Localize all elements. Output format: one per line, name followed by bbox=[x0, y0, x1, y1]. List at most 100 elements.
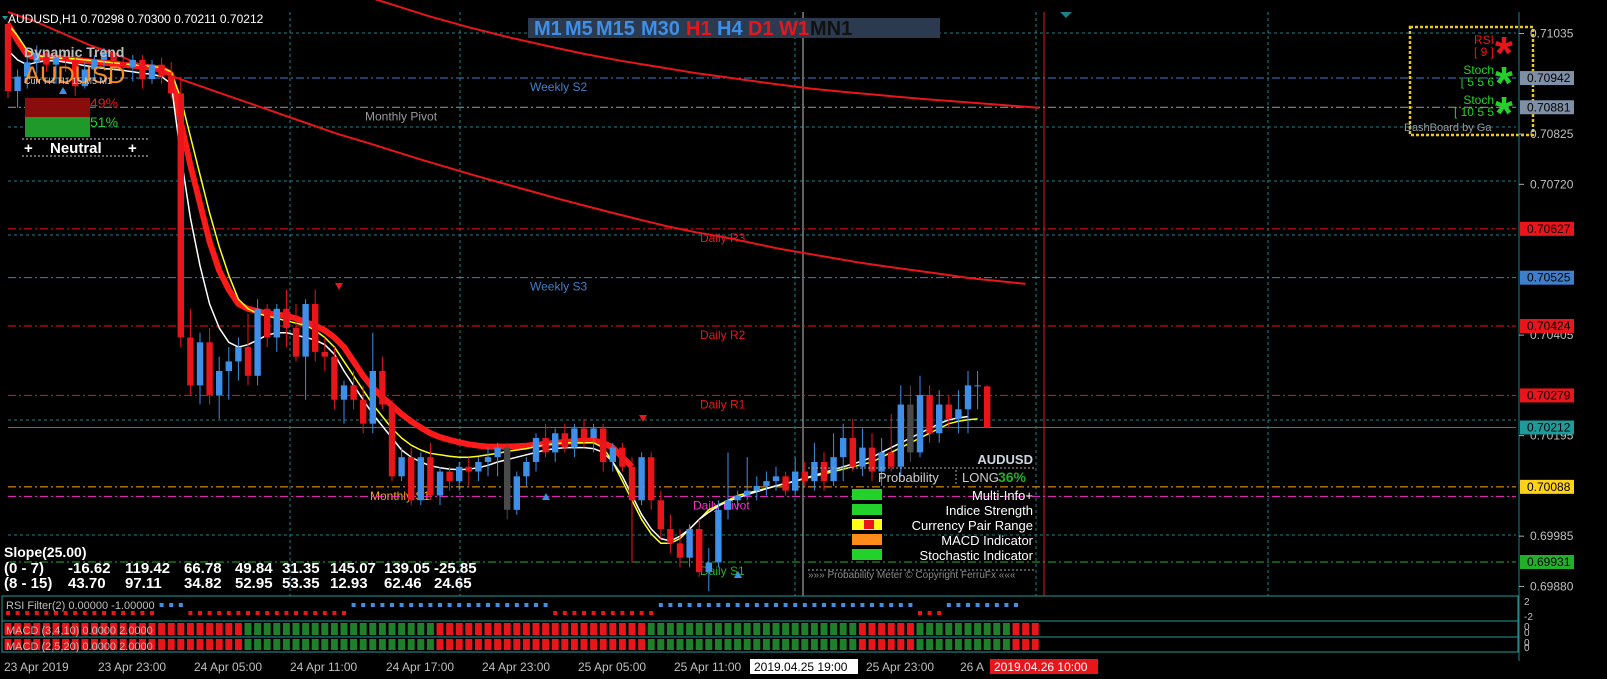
macd-bar bbox=[254, 639, 262, 650]
rsi-filter-dot bbox=[524, 603, 529, 607]
macd-bar bbox=[954, 623, 962, 635]
pm-meter-cell bbox=[864, 550, 874, 559]
macd-bar bbox=[906, 623, 914, 635]
rsi-filter-dot bbox=[697, 603, 702, 607]
macd-bar bbox=[724, 639, 732, 650]
macd-bar bbox=[474, 623, 482, 635]
macd-bar bbox=[590, 623, 598, 635]
macd-bar bbox=[743, 623, 751, 635]
macd-bar bbox=[714, 623, 722, 635]
dashboard-asterisk-icon: * bbox=[1495, 87, 1513, 139]
macd-bar bbox=[206, 639, 214, 650]
price-mark-label: 0.70088 bbox=[1527, 480, 1571, 494]
candle-body bbox=[945, 404, 952, 419]
rsi-filter-dot bbox=[668, 603, 673, 607]
macd-bar bbox=[302, 623, 310, 635]
rsi-filter-dot bbox=[169, 603, 174, 607]
macd-bar bbox=[772, 623, 780, 635]
macd-bar bbox=[426, 639, 434, 650]
price-tick-label: 0.71035 bbox=[1530, 27, 1574, 41]
candle-body bbox=[321, 351, 328, 357]
macd-bar bbox=[618, 639, 626, 650]
candle-body bbox=[158, 64, 165, 77]
macd-bar bbox=[772, 639, 780, 650]
macd-bar bbox=[407, 623, 415, 635]
price-tick-label: 0.70825 bbox=[1530, 127, 1574, 141]
indicator-subwindows: RSI Filter(2) 0.00000 -1.00000 2-2MACD (3… bbox=[1, 595, 1533, 654]
macd-bar bbox=[839, 639, 847, 650]
trading-chart: Weekly S2Monthly PivotDaily R3Weekly S3D… bbox=[0, 0, 1607, 679]
rsi-filter-dot bbox=[207, 611, 212, 615]
macd-bar bbox=[983, 623, 991, 635]
rsi-filter-dot bbox=[591, 611, 596, 615]
rsi-filter-dot bbox=[246, 611, 250, 615]
candle-body bbox=[379, 371, 386, 405]
pivot-label: Monthly Pivot bbox=[365, 109, 438, 123]
macd-bar bbox=[964, 623, 972, 635]
rsi-filter-dot bbox=[217, 611, 222, 615]
candle-body bbox=[984, 386, 991, 428]
macd-bar bbox=[1012, 623, 1020, 635]
rsi-filter-dot bbox=[812, 603, 817, 607]
macd-bar bbox=[186, 639, 194, 650]
time-highlight-label: 2019.04.26 10:00 bbox=[994, 660, 1088, 674]
candle-body bbox=[504, 447, 511, 510]
candle-body bbox=[398, 457, 405, 477]
symbol-title: AUDUSD,H1 0.70298 0.70300 0.70211 0.7021… bbox=[8, 12, 264, 26]
subwindow-label: MACD (2,5,20) 0.0000 2.0000 bbox=[6, 641, 153, 653]
candle-body bbox=[926, 394, 933, 434]
candle-body bbox=[302, 304, 309, 357]
macd-bar bbox=[503, 623, 511, 635]
timeframe-label: H1 bbox=[686, 18, 712, 40]
timeframe-label: M5 bbox=[565, 18, 593, 40]
candle-body bbox=[494, 447, 501, 458]
candle-body bbox=[168, 76, 175, 94]
time-label: 26 A bbox=[960, 660, 984, 674]
macd-bar bbox=[330, 623, 338, 635]
macd-bar bbox=[782, 623, 790, 635]
pivot-label: Daily Pivot bbox=[693, 498, 750, 512]
rsi-filter-dot bbox=[822, 603, 826, 607]
candle-body bbox=[897, 404, 904, 467]
macd-bar bbox=[522, 639, 530, 650]
candle-body bbox=[273, 308, 280, 338]
macd-bar bbox=[417, 639, 425, 650]
slope-title: Slope(25.00) bbox=[4, 544, 86, 560]
rsi-filter-dot bbox=[159, 603, 164, 607]
pm-meter-cell bbox=[864, 505, 874, 514]
macd-bar bbox=[897, 639, 905, 650]
rsi-filter-dot bbox=[649, 611, 654, 615]
macd-bar bbox=[474, 639, 482, 650]
macd-bar bbox=[714, 639, 722, 650]
slope-value: 53.35 bbox=[282, 575, 320, 592]
macd-bar bbox=[378, 623, 386, 635]
candle-body bbox=[792, 471, 799, 491]
macd-bar bbox=[417, 623, 425, 635]
candle-body bbox=[667, 528, 674, 544]
rsi-filter-dot bbox=[457, 603, 462, 607]
pm-row-label: Indice Strength bbox=[946, 503, 1033, 518]
rsi-filter-dot bbox=[572, 611, 577, 615]
candle-body bbox=[14, 76, 21, 91]
candle-body bbox=[129, 59, 136, 68]
rsi-filter-dot bbox=[783, 603, 788, 607]
rsi-filter-dot bbox=[486, 603, 490, 607]
slope-value: 24.65 bbox=[434, 575, 472, 592]
candle-body bbox=[609, 447, 616, 462]
macd-bar bbox=[177, 639, 185, 650]
candle-body bbox=[964, 385, 972, 410]
rsi-filter-dot bbox=[274, 611, 279, 615]
macd-bar bbox=[455, 623, 463, 635]
macd-bar bbox=[234, 639, 242, 650]
candle-body bbox=[4, 23, 12, 91]
candle-body bbox=[696, 528, 703, 573]
macd-bar bbox=[321, 639, 329, 650]
macd-bar bbox=[791, 623, 799, 635]
macd-bar bbox=[695, 639, 703, 650]
macd-bar bbox=[561, 639, 569, 650]
rsi-filter-dot bbox=[726, 603, 730, 607]
rsi-filter-dot bbox=[226, 611, 231, 615]
macd-bar bbox=[993, 639, 1001, 650]
pm-probability-label: Probability bbox=[878, 470, 939, 485]
rsi-filter-dot bbox=[975, 603, 980, 607]
